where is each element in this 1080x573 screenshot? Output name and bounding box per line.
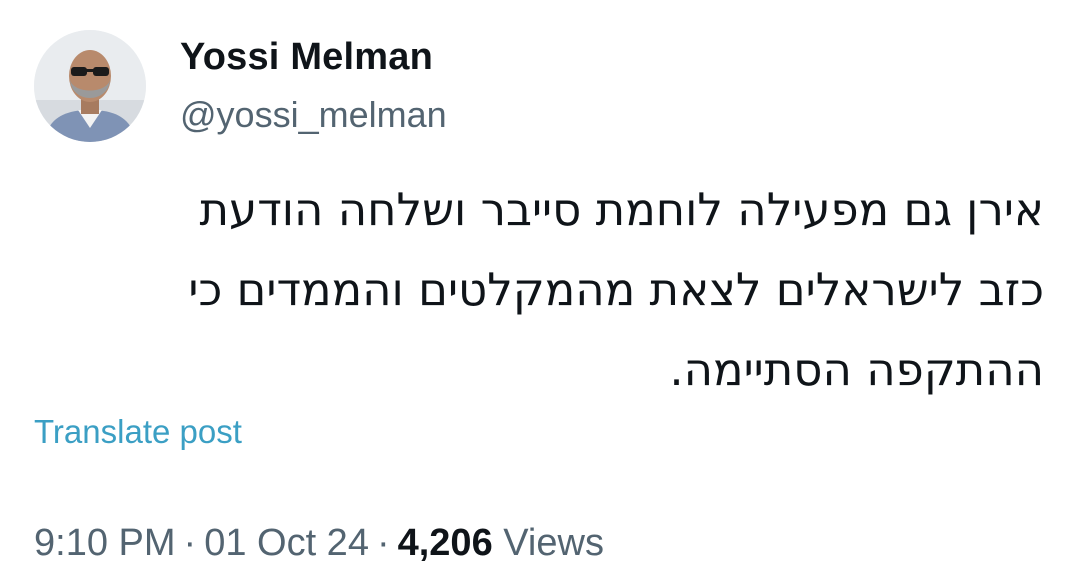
- views-count[interactable]: 4,206: [398, 522, 493, 564]
- post-text-line: ההתקפה הסתיימה.: [669, 343, 1044, 396]
- author-names: Yossi Melman @yossi_melman: [180, 35, 447, 137]
- meta-separator: ·: [376, 522, 390, 564]
- avatar-photo: [34, 30, 146, 142]
- author-handle[interactable]: @yossi_melman: [180, 93, 447, 137]
- views-label: Views: [503, 522, 604, 564]
- post-metadata: 9:10 PM · 01 Oct 24 · 4,206 Views: [34, 520, 604, 566]
- post-card: Yossi Melman @yossi_melman אירן גם מפעיל…: [0, 0, 1080, 573]
- avatar[interactable]: [34, 30, 146, 142]
- post-time[interactable]: 9:10 PM: [34, 522, 176, 564]
- post-date[interactable]: 01 Oct 24: [204, 522, 369, 564]
- translate-post-link[interactable]: Translate post: [34, 412, 242, 452]
- meta-separator: ·: [183, 522, 197, 564]
- post-text-line: כזב לישראלים לצאת מהמקלטים והממדים כי: [188, 263, 1044, 316]
- post-text-line: אירן גם מפעילה לוחמת סייבר ושלחה הודעת: [199, 183, 1044, 236]
- author-display-name[interactable]: Yossi Melman: [180, 35, 447, 79]
- post-header: Yossi Melman @yossi_melman: [34, 30, 447, 142]
- post-text: אירן גם מפעילה לוחמת סייבר ושלחה הודעת כ…: [44, 170, 1044, 410]
